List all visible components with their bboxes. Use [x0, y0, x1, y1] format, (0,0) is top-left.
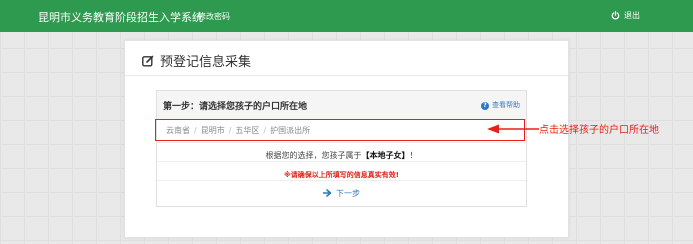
- step-title: 第一步：请选择您孩子的户口所在地: [163, 102, 308, 112]
- next-step-button[interactable]: 下一步: [323, 188, 360, 199]
- edit-icon: [142, 55, 154, 67]
- annotation-arrow-icon: [487, 124, 539, 134]
- result-row: 根据您的选择，您孩子属于【本地子女】！: [157, 143, 526, 162]
- next-step-label: 下一步: [336, 189, 360, 198]
- card-title: 预登记信息采集: [160, 55, 252, 70]
- divider: [125, 75, 568, 76]
- crumb-separator: /: [263, 126, 267, 135]
- step-panel-header: 第一步：请选择您孩子的户口所在地 ? 查看帮助: [157, 91, 526, 120]
- result-text: 根据您的选择，您孩子属于【本地子女】！: [266, 151, 418, 160]
- app-title: 昆明市义务教育阶段招生入学系统: [38, 11, 203, 24]
- power-icon: [611, 11, 620, 20]
- result-value: 【本地子女】: [361, 151, 410, 160]
- address-breadcrumb[interactable]: 云南省 / 昆明市 / 五华区 / 护国派出所: [166, 125, 310, 136]
- step-panel: 第一步：请选择您孩子的户口所在地 ? 查看帮助 云南省 / 昆明市 / 五华区 / 护国派出所…: [156, 90, 527, 207]
- change-password-link[interactable]: 修改密码: [198, 11, 230, 22]
- result-prefix: 根据您的选择，您孩子属于: [265, 151, 362, 160]
- top-navbar: 昆明市义务教育阶段招生入学系统 修改密码 退出: [0, 0, 693, 32]
- next-row: 下一步: [157, 181, 526, 206]
- crumb-district[interactable]: 五华区: [235, 126, 259, 135]
- crumb-separator: /: [194, 126, 197, 135]
- card-header: 预登记信息采集: [142, 51, 251, 70]
- logout-button[interactable]: 退出: [611, 10, 640, 21]
- crumb-province[interactable]: 云南省: [166, 126, 190, 135]
- warning-row: ※请确保以上所填写的信息真实有效!: [157, 162, 526, 181]
- crumb-police-station[interactable]: 护国派出所: [270, 126, 310, 135]
- help-label: 查看帮助: [492, 101, 520, 109]
- question-icon: ?: [481, 102, 489, 110]
- help-link[interactable]: ? 查看帮助: [481, 100, 520, 110]
- logout-label: 退出: [624, 11, 640, 20]
- annotation-text: 点击选择孩子的户口所在地: [539, 125, 659, 136]
- crumb-separator: /: [228, 126, 232, 135]
- address-selector[interactable]: 云南省 / 昆明市 / 五华区 / 护国派出所: [157, 120, 526, 143]
- warning-text: ※请确保以上所填写的信息真实有效!: [284, 171, 399, 179]
- arrow-right-icon: [323, 189, 332, 197]
- crumb-city[interactable]: 昆明市: [201, 126, 225, 135]
- result-suffix: ！: [409, 151, 418, 160]
